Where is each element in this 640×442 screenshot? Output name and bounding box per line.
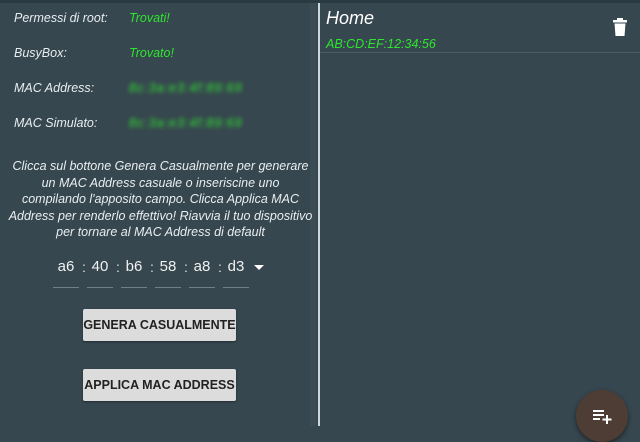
- instructions-text: Clicca sul bottone Genera Casualmente pe…: [8, 159, 313, 239]
- mac-octet-1-input[interactable]: a6: [53, 258, 79, 275]
- apply-mac-button[interactable]: APPLICA MAC ADDRESS: [83, 369, 236, 401]
- mac-octet-6-underline: [223, 287, 249, 288]
- add-entry-fab[interactable]: [576, 390, 628, 442]
- mac-octet-6-input[interactable]: d3: [223, 258, 249, 275]
- root-permission-value: Trovati!: [129, 11, 170, 25]
- saved-list-title: Home: [326, 8, 375, 28]
- busybox-value: Trovato!: [129, 46, 174, 60]
- root-permission-label: Permessi di root:: [14, 11, 108, 25]
- mac-separator: :: [150, 259, 154, 275]
- dropdown-caret-icon[interactable]: [254, 265, 264, 270]
- mac-octet-4-input[interactable]: 58: [155, 258, 181, 275]
- mac-octet-4-underline: [155, 287, 181, 288]
- mac-octet-5-input[interactable]: a8: [189, 258, 215, 275]
- right-pane: [320, 3, 640, 426]
- trash-icon[interactable]: [612, 18, 628, 36]
- mac-address-label: MAC Address:: [14, 81, 95, 95]
- mac-octet-2-input[interactable]: 40: [87, 258, 113, 275]
- mac-address-value: 8c:3a:e3:4f:89:69: [129, 81, 243, 95]
- mac-octet-3-input[interactable]: b6: [121, 258, 147, 275]
- mac-octet-1-underline: [53, 287, 79, 288]
- entry-divider: [320, 52, 640, 53]
- simulated-mac-value: 8c:3a:e3:4f:89:69: [129, 116, 243, 130]
- mac-separator: :: [218, 259, 222, 275]
- mac-octet-5-underline: [189, 287, 215, 288]
- busybox-label: BusyBox:: [14, 46, 67, 60]
- mac-separator: :: [82, 259, 86, 275]
- mac-separator: :: [184, 259, 188, 275]
- mac-octet-2-underline: [87, 287, 113, 288]
- mac-separator: :: [116, 259, 120, 275]
- mac-octet-3-underline: [121, 287, 147, 288]
- generate-random-button[interactable]: GENERA CASUALMENTE: [83, 309, 236, 341]
- simulated-mac-label: MAC Simulato:: [14, 116, 98, 130]
- saved-mac-entry[interactable]: AB:CD:EF:12:34:56: [326, 37, 436, 51]
